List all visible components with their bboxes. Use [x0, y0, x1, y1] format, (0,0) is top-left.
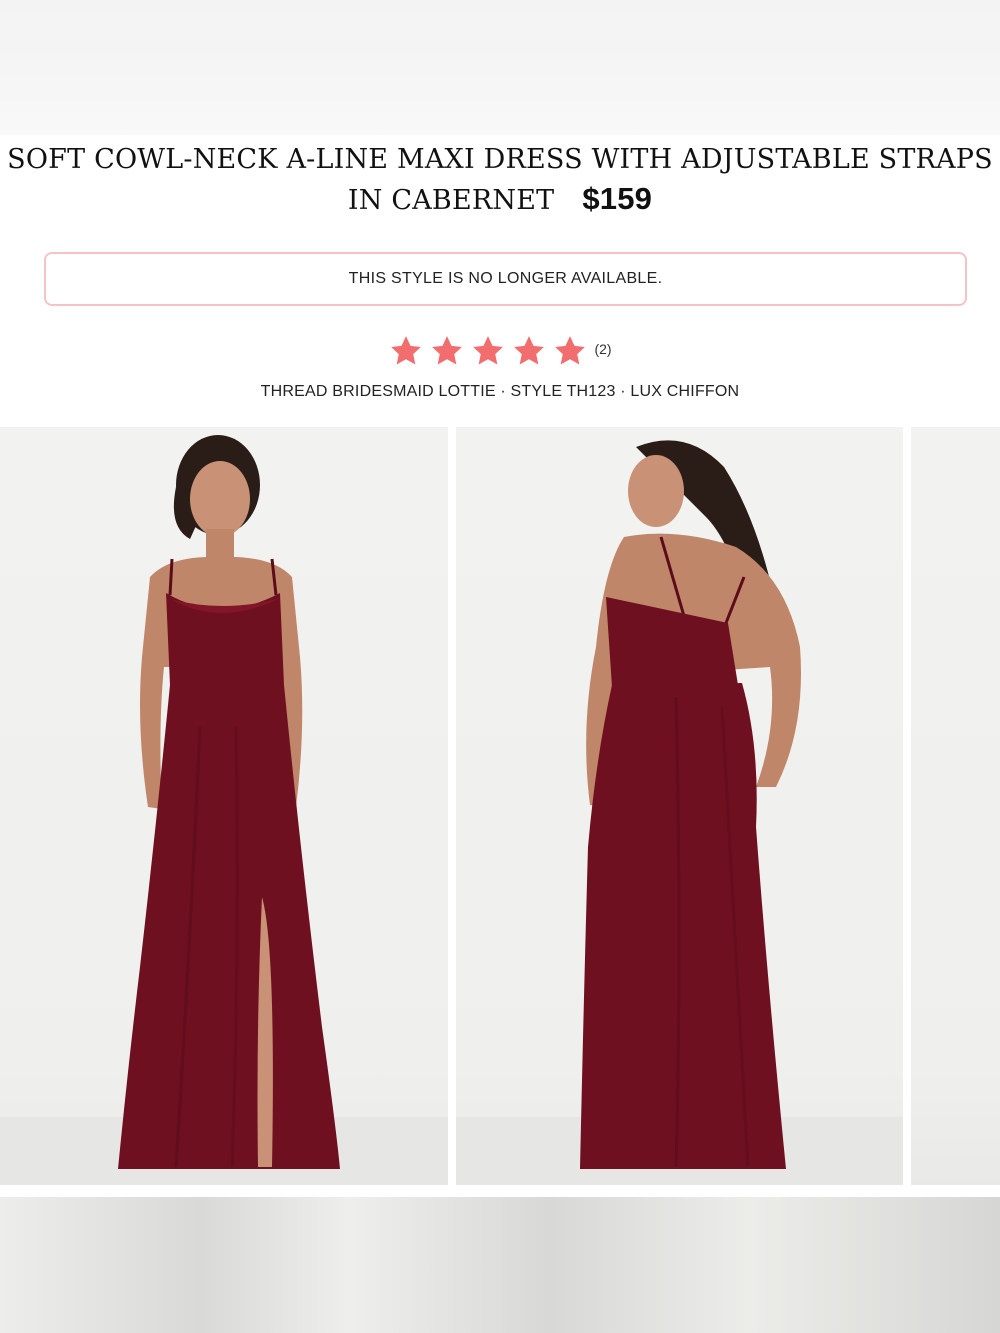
product-title: SOFT COWL-NECK A-LINE MAXI DRESS WITH AD… — [0, 140, 1000, 220]
review-count[interactable]: (2) — [594, 341, 611, 357]
star-icon — [391, 336, 422, 365]
model-front-illustration — [0, 435, 448, 1185]
product-title-line2: IN CABERNET — [347, 185, 555, 216]
rating-row[interactable]: (2) — [0, 334, 1000, 368]
next-photo-partial[interactable] — [911, 427, 1000, 1185]
product-price: $159 — [582, 181, 653, 216]
star-icon — [432, 336, 463, 365]
product-image-gallery[interactable] — [0, 427, 1000, 1185]
model-back-illustration — [456, 440, 903, 1185]
back-view-photo[interactable] — [456, 427, 903, 1185]
availability-notice: THIS STYLE IS NO LONGER AVAILABLE. — [44, 252, 967, 306]
star-icon — [514, 336, 545, 365]
product-title-line1: SOFT COWL-NECK A-LINE MAXI DRESS WITH AD… — [7, 144, 993, 175]
star-icon — [473, 336, 504, 365]
bottom-image-strip — [0, 1197, 1000, 1333]
star-rating — [388, 334, 588, 368]
front-view-photo[interactable] — [0, 427, 448, 1185]
top-banner-area — [0, 0, 1000, 135]
product-meta-line: THREAD BRIDESMAID LOTTIE · STYLE TH123 ·… — [260, 383, 740, 400]
star-icon — [555, 336, 586, 365]
